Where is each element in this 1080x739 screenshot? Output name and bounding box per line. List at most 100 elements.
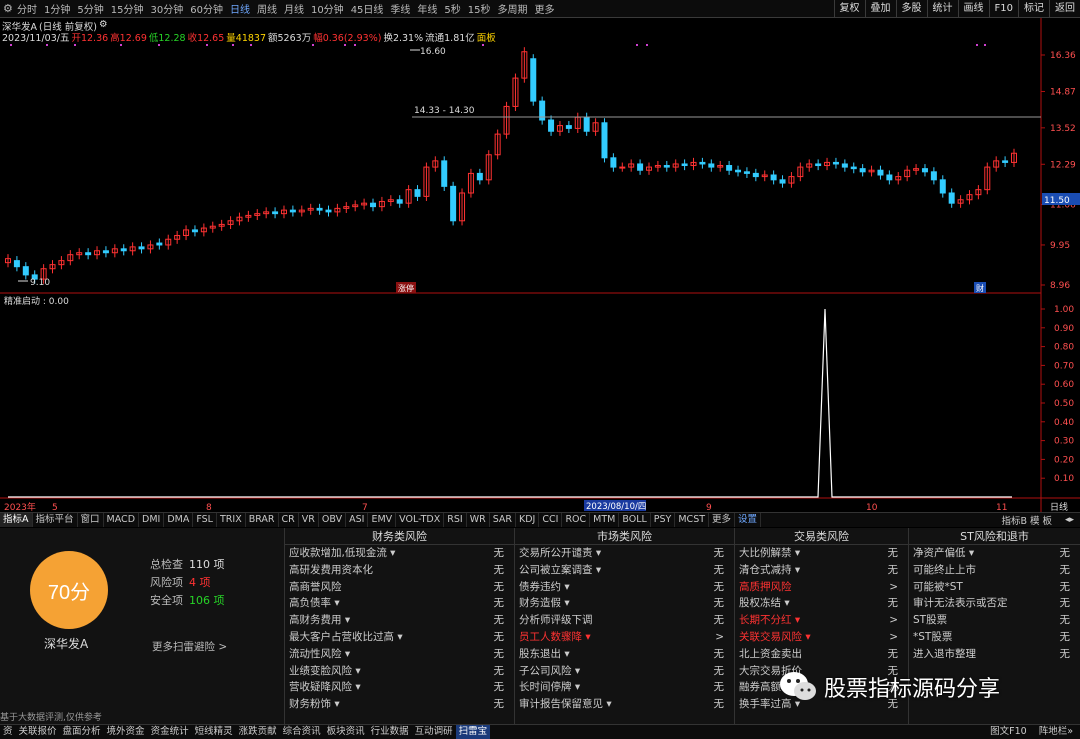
indicator-tab[interactable]: BRAR [246,513,279,527]
indicator-tab[interactable]: CR [279,513,299,527]
risk-item[interactable]: 北上资金卖出 无 [735,646,908,663]
risk-item[interactable]: 业绩变脸风险 ▾ 无 [285,663,514,680]
bottom-tab[interactable]: 涨跌贡献 [236,725,280,739]
bottom-tab[interactable]: 扫雷宝 [455,725,491,739]
period-tab[interactable]: 季线 [390,1,410,16]
risk-item[interactable]: 交易所公开谴责 ▾ 无 [515,545,734,562]
indicator-tab[interactable]: ROC [562,513,591,527]
risk-item[interactable]: 长期不分红 ▾ > [735,612,908,629]
indicator-tab[interactable]: KDJ [516,513,540,527]
risk-item[interactable]: 审计无法表示或否定 无 [909,595,1080,612]
risk-item[interactable]: 可能终止上市 无 [909,562,1080,579]
risk-item[interactable]: 股东退出 ▾ 无 [515,646,734,663]
period-tab[interactable]: 更多 [535,1,555,16]
toolbar-button[interactable]: 叠加 [864,0,896,17]
indicator-tab[interactable]: DMI [139,513,165,527]
indicator-tab[interactable]: WR [467,513,490,527]
risk-item[interactable]: 净资产偏低 ▾ 无 [909,545,1080,562]
period-tab[interactable]: 周线 [257,1,277,16]
bottom-right-button[interactable]: 阵地栏» [1036,725,1076,739]
risk-item[interactable]: 高财务费用 ▾ 无 [285,612,514,629]
risk-item[interactable]: 财务造假 ▾ 无 [515,595,734,612]
indicator-tab[interactable]: DMA [164,513,194,527]
risk-item[interactable]: 清仓式减持 ▾ 无 [735,562,908,579]
indicator-tab[interactable]: RSI [444,513,467,527]
indicator-tab[interactable]: FSL [193,513,217,527]
period-tab[interactable]: 多周期 [498,1,528,16]
indicator-tab[interactable]: TRIX [217,513,246,527]
period-tab[interactable]: 5分钟 [77,1,103,16]
risk-item[interactable]: 审计报告保留意见 ▾ 无 [515,696,734,713]
bottom-tab[interactable]: 综合资讯 [280,725,324,739]
indicator-tab[interactable]: MACD [104,513,140,527]
risk-item[interactable]: 财务粉饰 ▾ 无 [285,696,514,713]
period-tab[interactable]: 30分钟 [150,1,183,16]
bottom-tab[interactable]: 资 [0,725,16,739]
bottom-tab[interactable]: 板块资讯 [324,725,368,739]
indicator-tab[interactable]: MCST [675,513,710,527]
indicator-tab[interactable]: 指标平台 [33,513,78,527]
indicator-tab[interactable]: VOL-TDX [396,513,445,527]
bottom-tab[interactable]: 行业数据 [368,725,412,739]
risk-item[interactable]: 长时间停牌 ▾ 无 [515,679,734,696]
indicator-tab[interactable]: MTM [590,513,620,527]
risk-item[interactable]: 关联交易风险 ▾ > [735,629,908,646]
risk-item[interactable]: 公司被立案调查 ▾ 无 [515,562,734,579]
indicator-tab[interactable]: 更多 [709,513,736,527]
toolbar-button[interactable]: 多股 [895,0,927,17]
period-tab[interactable]: 分时 [17,1,37,16]
period-tab[interactable]: 年线 [417,1,437,16]
period-tab[interactable]: 15秒 [468,1,491,16]
kline-chart[interactable]: 16.3614.8713.5212.2911.069.958.96 1.000.… [0,18,1080,512]
bottom-tab[interactable]: 资金统计 [148,725,192,739]
period-tab[interactable]: 45日线 [351,1,384,16]
toolbar-button[interactable]: 画线 [957,0,989,17]
bottom-tab[interactable]: 境外资金 [104,725,148,739]
indicator-tab[interactable]: EMV [368,513,397,527]
indicator-tab[interactable]: BOLL [619,513,651,527]
risk-item[interactable]: 高负债率 ▾ 无 [285,595,514,612]
toolbar-button[interactable]: 标记 [1018,0,1049,17]
period-tab[interactable]: 5秒 [444,1,460,16]
indicator-tab[interactable]: 窗口 [78,513,104,527]
bottom-tab[interactable]: 互动调研 [412,725,456,739]
risk-item[interactable]: 债券违约 ▾ 无 [515,579,734,596]
risk-item[interactable]: 分析师评级下调 无 [515,612,734,629]
indicator-tab[interactable]: 指标A [0,513,33,527]
risk-item[interactable]: 股权冻结 ▾ 无 [735,595,908,612]
risk-item[interactable]: 可能被*ST 无 [909,579,1080,596]
bottom-right-button[interactable]: 图文F10 [987,725,1030,739]
indicator-tab[interactable]: OBV [319,513,347,527]
indicator-b-template[interactable]: 指标B 模 板 [1001,513,1052,527]
period-tab[interactable]: 月线 [284,1,304,16]
period-tab[interactable]: 10分钟 [311,1,344,16]
indicator-tab[interactable]: VR [299,513,319,527]
settings-gear-icon[interactable]: ⚙ [3,2,17,15]
risk-item[interactable]: 高商誉风险 无 [285,579,514,596]
scroll-arrows-icon[interactable]: ◂▸ [1065,515,1074,525]
indicator-tab[interactable]: CCI [539,513,563,527]
toolbar-button[interactable]: 复权 [833,0,865,17]
toolbar-button[interactable]: 统计 [926,0,958,17]
risk-item[interactable]: 营收疑降风险 ▾ 无 [285,679,514,696]
indicator-tab[interactable]: SAR [490,513,517,527]
indicator-tab[interactable]: 设置 [735,513,762,527]
risk-item[interactable]: 最大客户占营收比过高 ▾ 无 [285,629,514,646]
risk-item[interactable]: *ST股票 无 [909,629,1080,646]
period-tab[interactable]: 15分钟 [111,1,144,16]
bottom-tab[interactable]: 盘面分析 [60,725,104,739]
period-tab[interactable]: 60分钟 [190,1,223,16]
more-scan-link[interactable]: 更多扫雷避险 > [152,639,227,654]
risk-item[interactable]: 大比例解禁 ▾ 无 [735,545,908,562]
toolbar-button[interactable]: F10 [988,0,1018,17]
risk-item[interactable]: ST股票 无 [909,612,1080,629]
risk-item[interactable]: 员工人数骤降 ▾ > [515,629,734,646]
risk-item[interactable]: 高质押风险 > [735,579,908,596]
risk-item[interactable]: 子公司风险 ▾ 无 [515,663,734,680]
toolbar-button[interactable]: 返回 [1049,0,1080,17]
indicator-tab[interactable]: ASI [346,513,369,527]
risk-item[interactable]: 进入退市整理 无 [909,646,1080,663]
risk-item[interactable]: 流动性风险 ▾ 无 [285,646,514,663]
risk-item[interactable]: 高研发费用资本化 无 [285,562,514,579]
period-tab[interactable]: 1分钟 [44,1,70,16]
